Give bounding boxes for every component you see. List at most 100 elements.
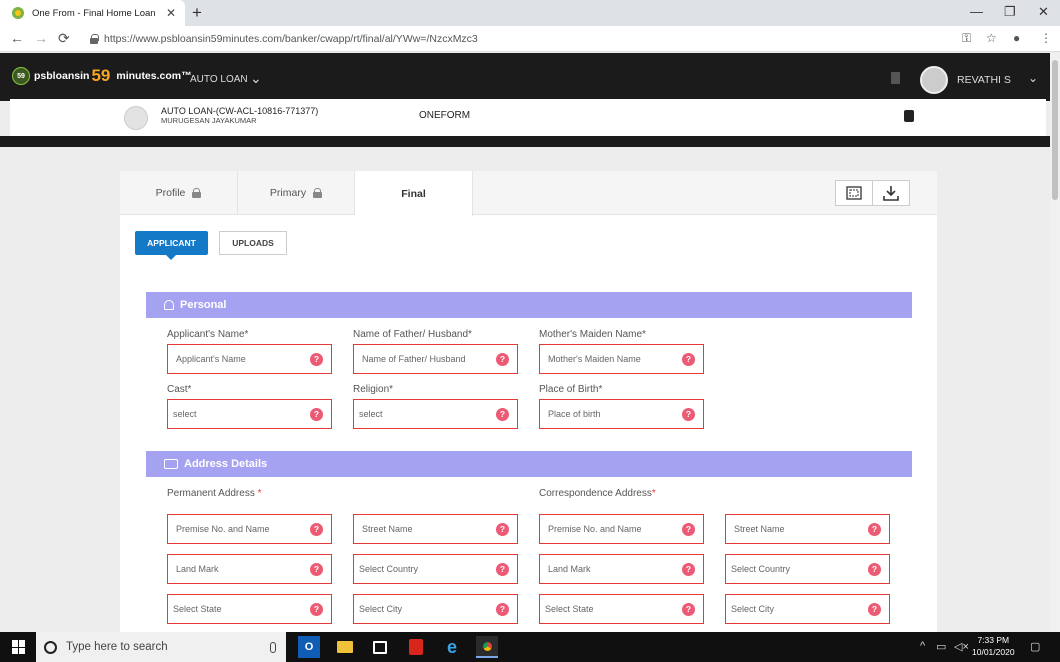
loan-type-menu[interactable]: AUTO LOAN [190,74,248,85]
perm-premise-input[interactable]: Premise No. and Name? [167,514,332,544]
site-favicon-icon [12,7,24,19]
father-name-input[interactable]: Name of Father/ Husband? [353,344,518,374]
birth-place-input[interactable]: Place of birth? [539,399,704,429]
help-icon[interactable]: ? [310,522,323,536]
microphone-icon[interactable] [270,641,276,653]
preview-icon [846,186,862,200]
chevron-down-icon[interactable]: ⌄ [250,70,262,87]
user-menu-chevron-icon[interactable]: ⌄ [1028,71,1038,85]
corr-premise-input[interactable]: Premise No. and Name? [539,514,704,544]
religion-label: Religion* [353,384,394,395]
tab-close-icon[interactable]: ✕ [166,6,176,20]
store-icon[interactable] [369,636,391,658]
profile-icon[interactable]: ● [1013,31,1020,45]
help-icon[interactable]: ? [496,522,509,536]
section-address-title: Address Details [184,458,268,470]
search-placeholder: Type here to search [66,641,168,653]
correspondence-address-label: Correspondence Address* [539,488,656,499]
help-icon[interactable]: ? [310,562,323,576]
network-icon[interactable]: ▭ [936,640,946,653]
applicant-avatar [124,106,148,130]
window-close-button[interactable]: ✕ [1038,4,1049,20]
new-tab-button[interactable]: + [192,3,202,23]
tab-applicant[interactable]: APPLICANT [135,231,208,260]
tab-profile-label: Profile [155,187,186,199]
corr-street-input[interactable]: Street Name? [725,514,890,544]
chrome-icon[interactable] [476,636,498,658]
browser-menu-icon[interactable]: ⋮ [1040,31,1052,45]
taskbar-search[interactable]: Type here to search [36,632,286,662]
tab-final[interactable]: Final [355,171,473,216]
help-icon[interactable]: ? [868,602,881,616]
site-logo[interactable]: 59 psbloansin 59 minutes.com™ [12,66,192,86]
help-icon[interactable]: ? [682,352,695,366]
bookmark-star-icon[interactable]: ☆ [986,31,997,45]
perm-landmark-input[interactable]: Land Mark? [167,554,332,584]
applicant-name-label: Applicant's Name* [167,329,249,340]
help-icon[interactable]: ? [682,407,695,421]
cast-label: Cast* [167,384,192,395]
restore-button[interactable]: ❐ [1004,4,1016,20]
tab-uploads[interactable]: UPLOADS [219,231,287,255]
logo-suffix: minutes.com™ [116,70,192,82]
clock-date: 10/01/2020 [972,647,1015,657]
maiden-name-label: Mother's Maiden Name* [539,329,646,340]
url-input[interactable]: https://www.psbloansin59minutes.com/bank… [104,33,478,45]
tab-title: One From - Final Home Loan [32,7,156,19]
help-icon[interactable]: ? [868,522,881,536]
file-explorer-icon[interactable] [334,636,356,658]
help-icon[interactable]: ? [496,352,509,366]
acrobat-icon[interactable] [405,636,427,658]
download-button[interactable] [872,180,910,206]
corr-landmark-input[interactable]: Land Mark? [539,554,704,584]
maiden-name-input[interactable]: Mother's Maiden Name? [539,344,704,374]
help-icon[interactable]: ? [682,522,695,536]
help-icon[interactable]: ? [310,352,323,366]
taskbar-clock[interactable]: 7:33 PM 10/01/2020 [972,634,1015,658]
religion-select[interactable]: select? [353,399,518,429]
section-address: Address Details [146,451,912,477]
back-icon[interactable]: ← [10,30,24,46]
corr-city-select[interactable]: Select City? [725,594,890,624]
internet-explorer-icon[interactable]: e [441,636,463,658]
header-band [0,136,1060,147]
outlook-icon[interactable]: O [298,636,320,658]
scrollbar-thumb[interactable] [1052,60,1058,200]
help-icon[interactable]: ? [310,602,323,616]
preview-button[interactable] [835,180,873,206]
permanent-address-label: Permanent Address * [167,488,262,499]
perm-state-select[interactable]: Select State? [167,594,332,624]
cast-select[interactable]: select? [167,399,332,429]
father-name-label: Name of Father/ Husband* [353,329,472,340]
corr-state-select[interactable]: Select State? [539,594,704,624]
trash-icon[interactable] [891,72,900,84]
logo-badge-icon: 59 [12,67,30,85]
minimize-button[interactable]: — [970,4,983,19]
tray-overflow-icon[interactable]: ^ [920,640,925,652]
help-icon[interactable]: ? [310,407,323,421]
notification-icon[interactable]: ▢ [1030,640,1040,653]
help-icon[interactable]: ? [682,602,695,616]
volume-icon[interactable]: ◁× [954,640,969,653]
applicant-name-input[interactable]: Applicant's Name? [167,344,332,374]
tab-primary[interactable]: Primary [238,171,355,215]
document-icon[interactable] [904,110,914,122]
forward-icon[interactable]: → [34,30,48,46]
help-icon[interactable]: ? [496,407,509,421]
tab-profile[interactable]: Profile [120,171,238,215]
perm-country-select[interactable]: Select Country? [353,554,518,584]
help-icon[interactable]: ? [496,562,509,576]
perm-city-select[interactable]: Select City? [353,594,518,624]
corr-country-select[interactable]: Select Country? [725,554,890,584]
help-icon[interactable]: ? [496,602,509,616]
browser-tab[interactable]: One From - Final Home Loan ✕ [0,0,185,26]
help-icon[interactable]: ? [682,562,695,576]
perm-street-input[interactable]: Street Name? [353,514,518,544]
reload-icon[interactable]: ⟳ [58,30,70,47]
logo-prefix: psbloansin [34,70,90,82]
windows-start-icon[interactable] [12,640,26,654]
avatar[interactable] [920,66,948,94]
help-icon[interactable]: ? [868,562,881,576]
key-icon[interactable]: ⚿ [962,31,971,46]
user-name[interactable]: REVATHI S [957,74,1011,86]
